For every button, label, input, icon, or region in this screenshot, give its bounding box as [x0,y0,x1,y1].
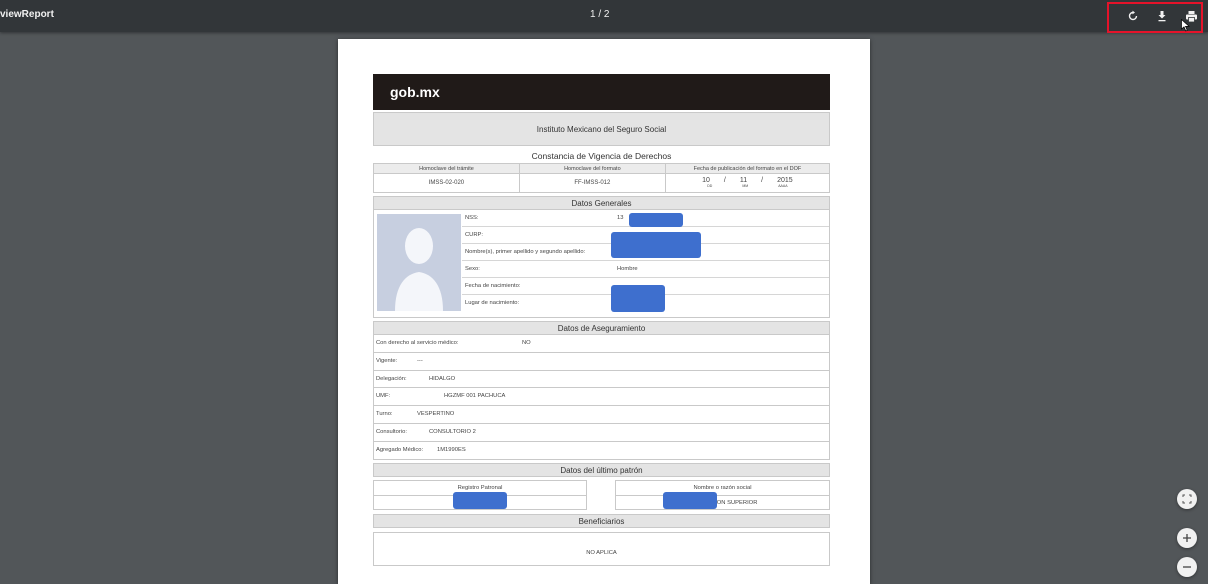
homoclave-formato-value: FF-IMSS-012 [518,173,666,193]
curp-label: CURP: [465,232,484,238]
razon-social-value: CION SUPERIOR [711,499,758,506]
dof-year: 2015 [777,177,793,184]
dof-sep-2: / [761,177,764,184]
dof-month-label: MM [742,184,749,188]
datos-generales-section: NSS: 13 CURP: Nombre(s), primer apellido… [373,210,830,318]
redaction-nss [629,213,683,227]
aseg-label: Con derecho al servicio médico: [376,340,459,346]
aseg-row-turno: Turno: VESPERTINO [373,406,830,424]
zoom-in-icon [1183,534,1191,542]
sexo-value: Hombre [617,266,638,272]
document-form: gob.mx Instituto Mexicano del Seguro Soc… [373,74,831,566]
nss-label: NSS: [465,215,479,221]
zoom-in-button[interactable] [1177,528,1197,548]
nacimiento-label: Fecha de nacimiento: [465,283,521,289]
aseg-value: CONSULTORIO 2 [429,428,476,435]
aseg-label: Consultorio: [376,428,407,435]
gob-logo: gob.mx [390,84,440,100]
ultimo-patron-header: Datos del último patrón [373,462,830,477]
lugar-label: Lugar de nacimiento: [465,300,520,306]
aseg-row-consultorio: Consultorio: CONSULTORIO 2 [373,423,830,442]
nombre-label: Nombre(s), primer apellido y segundo ape… [465,249,586,255]
dof-date-header: Fecha de publicación del formato en el D… [664,163,831,174]
nss-value: 13 [617,215,624,221]
page-indicator: 1 / 2 [590,9,610,20]
viewer-toolbar: viewReport 1 / 2 [0,0,1208,33]
institution-banner: Instituto Mexicano del Seguro Social [373,112,830,146]
aseg-row-delegacion: Delegación: HIDALGO [373,370,830,389]
aseg-value: VESPERTINO [417,411,455,418]
person-silhouette-icon [395,228,443,311]
redaction-registro [453,491,507,509]
aseguramiento-header: Datos de Aseguramiento [373,321,830,335]
fit-page-icon [1182,494,1192,504]
dof-day: 10 [702,177,710,184]
aseg-row-servicio: Con derecho al servicio médico: NO [373,335,830,353]
zoom-out-icon [1183,566,1191,568]
dof-year-label: AAAA [778,184,788,188]
aseg-row-umf: UMF: HGZMF 001 PACHUCA [373,388,830,407]
datos-generales-header: Datos Generales [373,196,830,210]
redaction-nacimiento [611,285,665,312]
homoclave-tramite-value: IMSS-02-020 [373,173,520,193]
beneficiarios-header: Beneficiarios [373,513,830,528]
ultimo-patron-section: Registro Patronal Nombre o razón social … [373,477,830,511]
aseg-label: UMF: [376,393,391,400]
photo-placeholder [377,214,461,311]
aseg-label: Agregado Médico: [376,446,424,453]
razon-social-label: Nombre o razón social [616,481,829,496]
mouse-cursor-icon [1181,19,1190,32]
dof-sep-1: / [723,177,726,184]
aseg-value: NO [522,340,531,346]
aseg-value: HGZMF 001 PACHUCA [444,393,506,400]
dof-date-value: 10 / 11 / 2015 DD MM AAAA [664,173,831,193]
aseg-label: Turno: [376,411,393,418]
gob-header: gob.mx [373,74,830,110]
redaction-razon-social [663,491,717,509]
zoom-out-button[interactable] [1177,557,1197,577]
homoclave-tramite-header: Homoclave del trámite [373,163,520,174]
document-title: viewReport [0,9,54,20]
fit-page-button[interactable] [1177,489,1197,509]
sexo-label: Sexo: [465,266,480,272]
aseg-label: Vigente: [376,357,398,364]
dof-day-label: DD [707,184,713,188]
beneficiarios-value: NO APLICA [373,531,830,566]
form-title: Constancia de Vigencia de Derechos [531,151,672,161]
redaction-curp-nombre [611,232,701,258]
sexo-row: Sexo: Hombre [462,261,829,278]
pdf-page: gob.mx Instituto Mexicano del Seguro Soc… [338,39,870,584]
razon-social-box: Nombre o razón social CION SUPERIOR [615,479,830,510]
aseg-value: HIDALGO [429,375,456,382]
aseg-value: --- [417,357,423,364]
homoclave-formato-header: Homoclave del formato [518,163,666,174]
aseguramiento-section: Con derecho al servicio médico: NO Vigen… [373,335,830,460]
homoclave-table: Homoclave del trámite Homoclave del form… [373,163,831,193]
aseg-value: 1M1990ES [437,446,466,453]
aseg-row-agregado: Agregado Médico: 1M1990ES [373,441,830,460]
aseg-label: Delegación: [376,375,407,382]
aseg-row-vigente: Vigente: --- [373,352,830,371]
dof-month: 11 [739,177,748,184]
